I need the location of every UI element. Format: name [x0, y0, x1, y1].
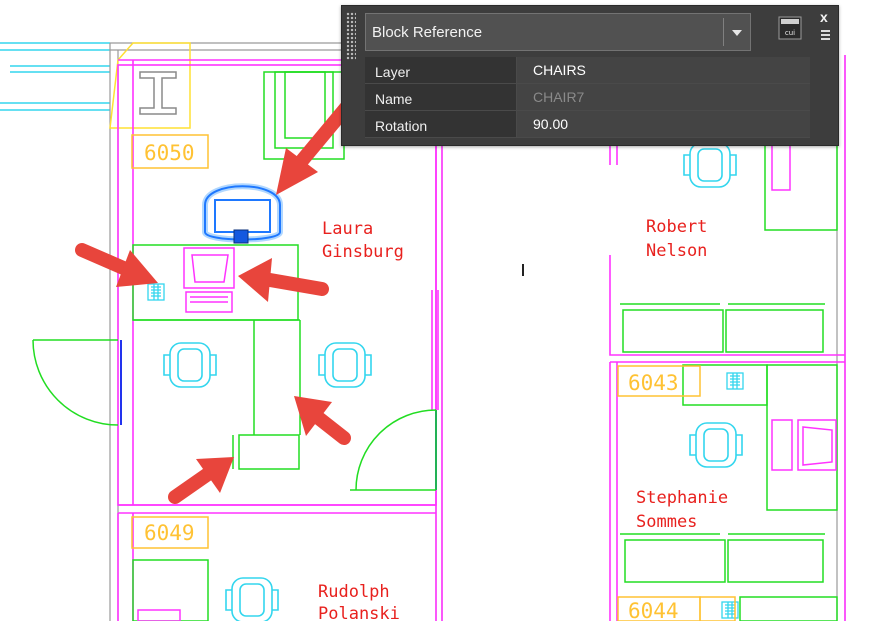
chevron-down-icon[interactable] [732, 30, 742, 36]
occupant-robert-first: Robert [646, 217, 707, 237]
phones [147, 283, 744, 619]
property-value-rotation[interactable]: 90.00 [517, 111, 810, 137]
arrow-to-desk-return [294, 396, 351, 445]
column-outline [109, 42, 191, 129]
annotation-arrows [75, 96, 357, 504]
room-number-6043: 6043 [628, 371, 679, 395]
cui-customize-icon[interactable]: cui [778, 16, 802, 40]
arrow-to-credenza [168, 457, 234, 504]
panel-options-menu-icon[interactable] [821, 28, 830, 42]
close-icon[interactable]: x [820, 10, 828, 24]
occupant-laura-last: Ginsburg [322, 242, 404, 262]
room-number-6044: 6044 [628, 599, 679, 621]
property-value-name: CHAIR7 [517, 84, 810, 110]
occupant-rudolph-first: Rudolph [318, 582, 390, 602]
text-cursor [522, 264, 524, 276]
i-beam-symbol [139, 71, 177, 115]
room-number-6050: 6050 [144, 141, 195, 165]
property-label: Rotation [365, 111, 517, 137]
property-row-rotation[interactable]: Rotation 90.00 [365, 111, 810, 138]
room-number-6049: 6049 [144, 521, 195, 545]
arrow-to-selected-chair [276, 96, 357, 195]
property-grid: Layer CHAIRS Name CHAIR7 Rotation 90.00 [365, 57, 810, 138]
selection-grip[interactable] [233, 229, 249, 244]
selected-chair-chair7[interactable] [202, 183, 283, 244]
property-label: Layer [365, 57, 517, 83]
occupant-rudolph-last: Polanski [318, 604, 400, 621]
window-glazing [0, 42, 110, 111]
door-swings [32, 339, 437, 491]
object-type-label: Block Reference [372, 24, 483, 41]
arrow-to-phone [75, 243, 158, 287]
quick-properties-panel: Block Reference cui x Layer CHAIRS Name … [341, 5, 839, 146]
door-jambs [120, 340, 437, 490]
object-type-dropdown[interactable]: Block Reference [365, 13, 751, 51]
property-row-layer[interactable]: Layer CHAIRS [365, 57, 810, 84]
property-row-name[interactable]: Name CHAIR7 [365, 84, 810, 111]
occupant-stephanie-first: Stephanie [636, 488, 728, 508]
property-value-layer[interactable]: CHAIRS [517, 57, 810, 83]
occupant-laura-first: Laura [322, 219, 373, 239]
arrow-to-computer [238, 258, 329, 302]
svg-text:cui: cui [785, 29, 795, 37]
occupant-robert-last: Nelson [646, 241, 707, 261]
property-label: Name [365, 84, 517, 110]
panel-drag-grip[interactable] [346, 12, 356, 60]
dropdown-divider [723, 18, 724, 46]
occupant-stephanie-last: Sommes [636, 512, 697, 532]
